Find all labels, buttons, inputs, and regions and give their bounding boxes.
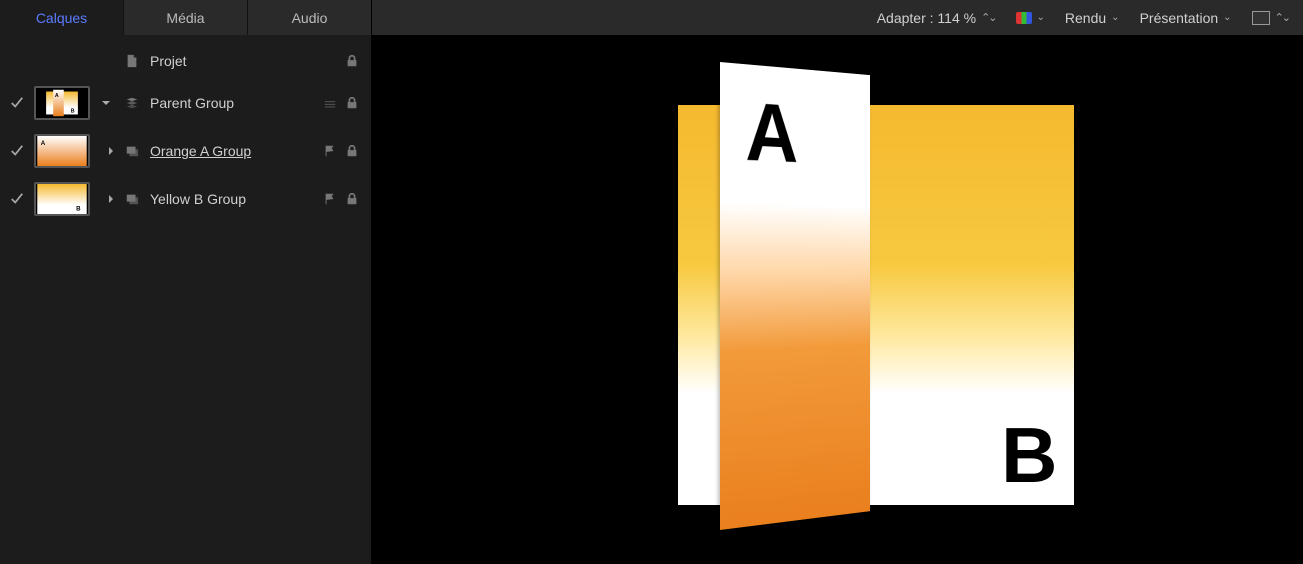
color-channel-menu[interactable]: ⌄ — [1016, 12, 1045, 24]
rgb-swatch-icon — [1016, 12, 1032, 24]
group-icon — [122, 192, 142, 206]
layer-row-yellow-b[interactable]: B Yellow B Group — [0, 175, 371, 223]
viewport-layout-menu[interactable]: ⌃⌄ — [1252, 11, 1289, 25]
group-icon — [122, 144, 142, 158]
layer-label: Orange A Group — [148, 143, 317, 159]
tab-layers[interactable]: Calques — [0, 0, 124, 35]
letter-a: A — [745, 84, 798, 182]
chevron-down-icon: ⌄ — [1111, 12, 1119, 23]
layer-thumbnail: A B — [34, 86, 90, 120]
tab-media[interactable]: Média — [124, 0, 248, 35]
visibility-checkbox[interactable] — [6, 96, 28, 110]
render-menu[interactable]: Rendu ⌄ — [1065, 10, 1120, 26]
stepper-icon: ⌃⌄ — [1275, 11, 1289, 24]
layer-thumbnail: A — [34, 134, 90, 168]
lock-icon[interactable] — [345, 54, 359, 68]
group-stack-icon — [122, 96, 142, 110]
stepper-icon: ⌃⌄ — [981, 11, 995, 24]
chevron-down-icon: ⌄ — [1223, 12, 1231, 23]
view-menu[interactable]: Présentation ⌄ — [1140, 10, 1232, 26]
disclosure-down-icon[interactable] — [96, 98, 116, 108]
project-icon — [122, 54, 142, 68]
layer-row-project[interactable]: Projet — [0, 43, 371, 79]
layer-thumbnail: B — [34, 182, 90, 216]
svg-text:B: B — [71, 109, 75, 115]
sidebar-tabs: Calques Média Audio — [0, 0, 371, 35]
layer-label: Parent Group — [148, 95, 317, 111]
render-label: Rendu — [1065, 10, 1106, 26]
letter-b: B — [1001, 410, 1057, 501]
blend-icon[interactable] — [323, 96, 337, 110]
canvas-toolbar: Adapter : 114 % ⌃⌄ ⌄ Rendu ⌄ Présentatio… — [372, 0, 1303, 35]
flag-icon[interactable] — [323, 144, 337, 158]
view-label: Présentation — [1140, 10, 1219, 26]
canvas-area: Adapter : 114 % ⌃⌄ ⌄ Rendu ⌄ Présentatio… — [372, 0, 1303, 564]
visibility-checkbox[interactable] — [6, 192, 28, 206]
layer-row-parent-group[interactable]: A B Parent Group — [0, 79, 371, 127]
svg-text:A: A — [41, 140, 46, 147]
zoom-label: Adapter : 114 % — [877, 10, 976, 26]
layer-label: Yellow B Group — [148, 191, 317, 207]
chevron-down-icon: ⌄ — [1037, 12, 1045, 23]
svg-text:B: B — [76, 205, 81, 212]
lock-icon[interactable] — [345, 192, 359, 206]
canvas-viewer[interactable]: B A — [372, 35, 1303, 564]
tab-audio[interactable]: Audio — [248, 0, 371, 35]
layer-list: Projet A B — [0, 35, 371, 564]
flag-icon[interactable] — [323, 192, 337, 206]
lock-icon[interactable] — [345, 96, 359, 110]
svg-text:A: A — [55, 93, 59, 99]
canvas-stage: B A — [538, 70, 1138, 530]
disclosure-right-icon[interactable] — [96, 194, 116, 204]
layer-label: Projet — [148, 53, 339, 69]
lock-icon[interactable] — [345, 144, 359, 158]
frame-icon — [1252, 11, 1270, 25]
orange-a-plane: A — [720, 62, 870, 530]
visibility-checkbox[interactable] — [6, 144, 28, 158]
layer-row-orange-a[interactable]: A Orange A Group — [0, 127, 371, 175]
disclosure-right-icon[interactable] — [96, 146, 116, 156]
zoom-fit-control[interactable]: Adapter : 114 % ⌃⌄ — [877, 10, 996, 26]
sidebar-panel: Calques Média Audio Projet — [0, 0, 372, 564]
